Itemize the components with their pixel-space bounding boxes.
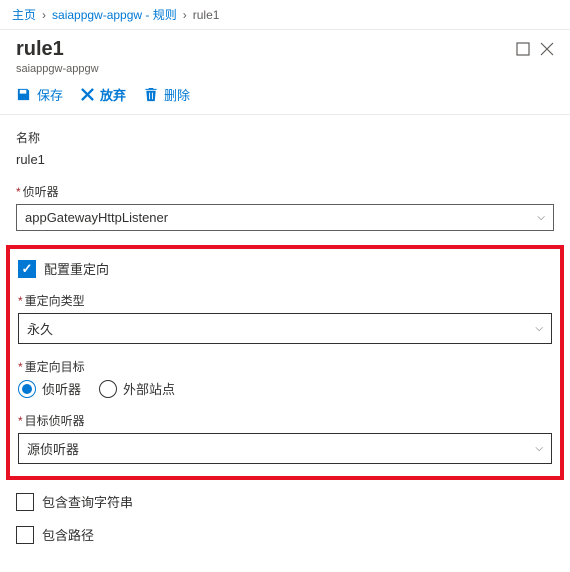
configure-redirect-checkbox[interactable] (18, 260, 36, 278)
configure-redirect-row[interactable]: 配置重定向 (18, 259, 552, 278)
include-query-row[interactable]: 包含查询字符串 (16, 492, 554, 511)
radio-listener[interactable] (18, 380, 36, 398)
blade-header: rule1 saiappgw-appgw (0, 30, 570, 79)
radio-external[interactable] (99, 380, 117, 398)
form: 名称 rule1 *侦听器 appGatewayHttpListener ⌵ 配… (0, 115, 570, 572)
redirect-type-field: *重定向类型 永久 ⌵ (18, 292, 552, 344)
listener-value: appGatewayHttpListener (25, 210, 168, 225)
page-title: rule1 (16, 38, 99, 61)
name-label: 名称 (16, 129, 554, 146)
radio-external-option[interactable]: 外部站点 (99, 379, 175, 398)
save-button[interactable]: 保存 (16, 85, 63, 104)
chevron-down-icon: ⌵ (535, 323, 543, 334)
save-icon (16, 87, 31, 102)
redirect-target-field: *重定向目标 侦听器 外部站点 (18, 358, 552, 398)
delete-label: 删除 (164, 85, 190, 104)
include-path-checkbox[interactable] (16, 526, 34, 544)
breadcrumb-resource[interactable]: saiappgw-appgw - 规则 (52, 6, 177, 23)
chevron-down-icon: ⌵ (535, 443, 543, 454)
page-subtitle: saiappgw-appgw (16, 63, 99, 75)
trash-icon (144, 87, 158, 102)
radio-listener-option[interactable]: 侦听器 (18, 379, 81, 398)
radio-listener-label: 侦听器 (42, 379, 81, 398)
discard-button[interactable]: 放弃 (81, 85, 126, 104)
include-query-checkbox[interactable] (16, 493, 34, 511)
breadcrumb-current: rule1 (193, 8, 220, 22)
save-label: 保存 (37, 85, 63, 104)
delete-button[interactable]: 删除 (144, 85, 190, 104)
close-icon[interactable] (540, 42, 554, 56)
radio-external-label: 外部站点 (123, 379, 175, 398)
discard-label: 放弃 (100, 85, 126, 104)
chevron-down-icon: ⌵ (537, 212, 545, 223)
target-listener-select[interactable]: 源侦听器 ⌵ (18, 433, 552, 464)
close-icon (81, 88, 94, 101)
maximize-icon[interactable] (516, 42, 530, 56)
toolbar: 保存 放弃 删除 (0, 79, 570, 115)
name-field: 名称 rule1 (16, 129, 554, 169)
include-query-label: 包含查询字符串 (42, 492, 133, 511)
redirect-type-value: 永久 (27, 319, 53, 338)
listener-select[interactable]: appGatewayHttpListener ⌵ (16, 204, 554, 231)
target-listener-value: 源侦听器 (27, 439, 79, 458)
redirect-type-select[interactable]: 永久 ⌵ (18, 313, 552, 344)
name-value: rule1 (16, 150, 554, 169)
include-path-row[interactable]: 包含路径 (16, 525, 554, 544)
redirect-type-label: *重定向类型 (18, 292, 552, 309)
target-listener-field: *目标侦听器 源侦听器 ⌵ (18, 412, 552, 464)
configure-redirect-label: 配置重定向 (44, 259, 109, 278)
listener-field: *侦听器 appGatewayHttpListener ⌵ (16, 183, 554, 231)
listener-label: *侦听器 (16, 183, 554, 200)
breadcrumb: 主页 › saiappgw-appgw - 规则 › rule1 (0, 0, 570, 30)
chevron-right-icon: › (183, 8, 187, 22)
target-listener-label: *目标侦听器 (18, 412, 552, 429)
breadcrumb-home[interactable]: 主页 (12, 6, 36, 23)
chevron-right-icon: › (42, 8, 46, 22)
include-path-label: 包含路径 (42, 525, 94, 544)
redirect-target-label: *重定向目标 (18, 358, 552, 375)
redirect-section-highlight: 配置重定向 *重定向类型 永久 ⌵ *重定向目标 侦听器 外部站点 (6, 245, 564, 480)
